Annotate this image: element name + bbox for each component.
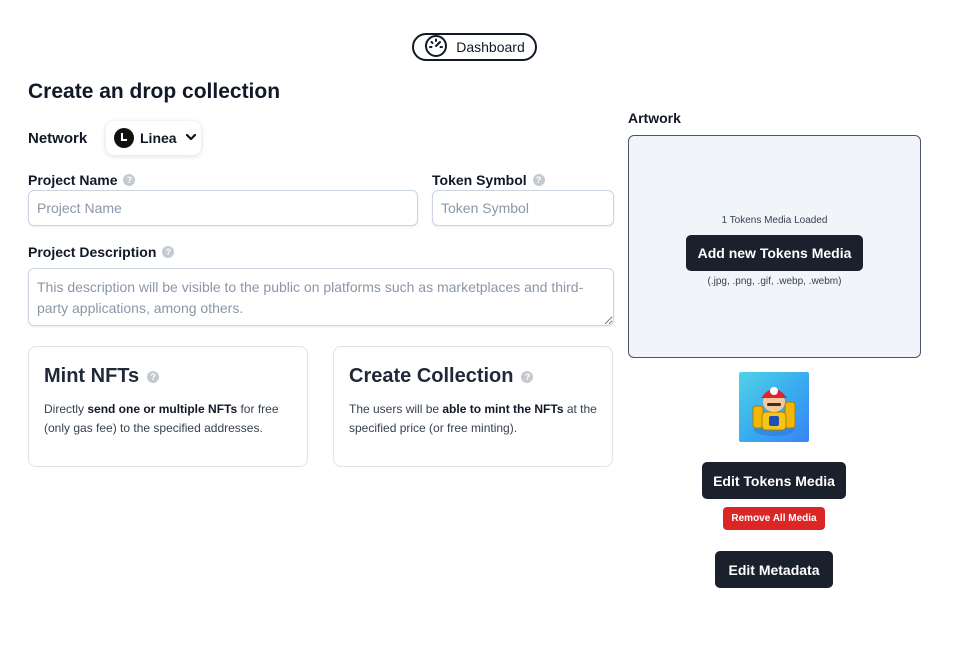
artwork-dropzone[interactable]: 1 Tokens Media Loaded Add new Tokens Med… bbox=[628, 135, 921, 358]
chevron-down-icon bbox=[183, 130, 197, 146]
create-collection-title-text: Create Collection bbox=[349, 365, 514, 387]
project-name-label: Project Name ? bbox=[28, 172, 136, 188]
remove-all-media-button[interactable]: Remove All Media bbox=[723, 507, 825, 530]
nft-character-image bbox=[752, 387, 796, 436]
project-name-input[interactable] bbox=[28, 190, 418, 226]
token-symbol-label-text: Token Symbol bbox=[432, 172, 527, 188]
create-desc-bold: able to mint the NFTs bbox=[442, 402, 564, 416]
help-icon[interactable]: ? bbox=[162, 246, 175, 258]
edit-metadata-button[interactable]: Edit Metadata bbox=[715, 551, 833, 588]
media-loaded-text: 1 Tokens Media Loaded bbox=[721, 215, 828, 226]
artwork-label: Artwork bbox=[628, 110, 681, 126]
network-label: Network bbox=[28, 130, 88, 147]
create-collection-card[interactable]: Create Collection ? The users will be ab… bbox=[333, 346, 613, 467]
mint-desc-bold: send one or multiple NFTs bbox=[87, 402, 238, 416]
help-icon[interactable]: ? bbox=[123, 174, 136, 186]
mint-desc-part: Directly bbox=[44, 402, 88, 416]
project-description-label-text: Project Description bbox=[28, 244, 157, 260]
network-selected-value: Linea bbox=[140, 130, 177, 146]
accepted-formats-text: (.jpg, .png, .gif, .webp, .webm) bbox=[707, 276, 842, 287]
add-tokens-media-button[interactable]: Add new Tokens Media bbox=[686, 235, 863, 271]
token-symbol-label: Token Symbol ? bbox=[432, 172, 545, 188]
dashboard-button[interactable]: Dashboard bbox=[412, 33, 537, 61]
network-selector[interactable]: Linea bbox=[106, 121, 201, 155]
help-icon[interactable]: ? bbox=[147, 370, 160, 383]
edit-tokens-media-button[interactable]: Edit Tokens Media bbox=[702, 462, 846, 499]
linea-logo-icon bbox=[114, 128, 134, 148]
dashboard-label: Dashboard bbox=[456, 39, 525, 55]
mint-nfts-title-text: Mint NFTs bbox=[44, 365, 140, 387]
page-title: Create an drop collection bbox=[28, 80, 281, 103]
mint-nfts-title: Mint NFTs ? bbox=[44, 365, 292, 388]
token-media-thumbnail[interactable] bbox=[739, 372, 809, 442]
help-icon[interactable]: ? bbox=[521, 370, 534, 383]
create-desc-part: The users will be bbox=[349, 402, 443, 416]
project-description-input[interactable] bbox=[28, 268, 614, 326]
create-collection-title: Create Collection ? bbox=[349, 365, 597, 388]
speedometer-icon bbox=[424, 34, 448, 61]
mint-nfts-card[interactable]: Mint NFTs ? Directly send one or multipl… bbox=[28, 346, 308, 467]
token-symbol-input[interactable] bbox=[432, 190, 614, 226]
project-name-label-text: Project Name bbox=[28, 172, 118, 188]
create-collection-description: The users will be able to mint the NFTs … bbox=[349, 400, 597, 438]
project-description-label: Project Description ? bbox=[28, 244, 175, 260]
help-icon[interactable]: ? bbox=[532, 174, 545, 186]
mint-nfts-description: Directly send one or multiple NFTs for f… bbox=[44, 400, 292, 438]
